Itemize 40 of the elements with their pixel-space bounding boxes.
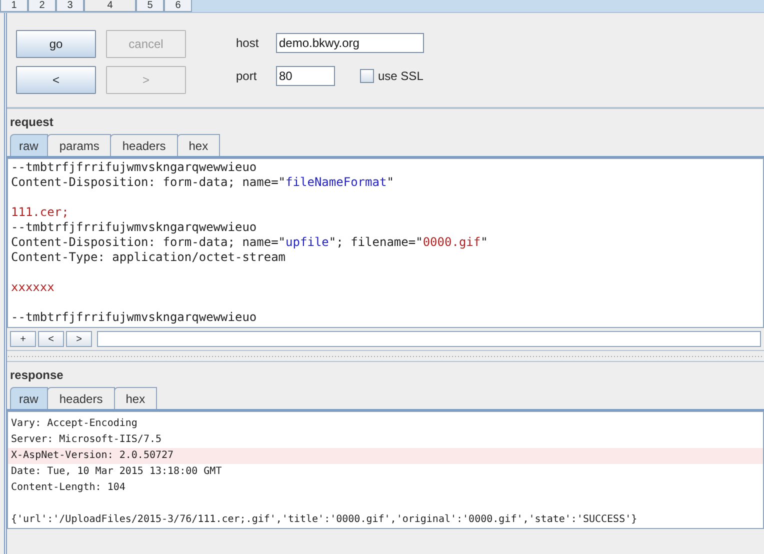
code-line: --tmbtrfjfrrifujwmvskngarqwewwieuo <box>11 310 257 324</box>
nav-button[interactable]: > <box>66 331 92 347</box>
code-line: --tmbtrfjfrrifujwmvskngarqwewwieuo <box>11 160 257 174</box>
code-line: Vary: Accept-Encoding <box>11 418 138 429</box>
action-button[interactable]: < <box>16 66 96 94</box>
tab[interactable]: 2 <box>28 0 56 12</box>
tab[interactable]: raw <box>10 387 48 409</box>
tab[interactable]: 3 <box>56 0 84 12</box>
section-title: request <box>9 114 54 130</box>
tab[interactable]: 5 <box>136 0 164 12</box>
tab[interactable]: raw <box>10 134 48 156</box>
response-text-area[interactable] <box>7 411 764 529</box>
code-line: Content-Type: application/octet-stream <box>11 250 286 264</box>
host-label: host <box>236 36 260 50</box>
request-text-area[interactable] <box>7 158 764 328</box>
code-line: Content-Disposition: form-data; name="upfile"; filename="0000.gif" <box>11 235 488 249</box>
code-line: --tmbtrfjfrrifujwmvskngarqwewwieuo <box>11 220 257 234</box>
port-field[interactable]: 80 <box>276 66 335 86</box>
code-line: Date: Tue, 10 Mar 2015 13:18:00 GMT <box>11 466 222 477</box>
tab[interactable]: hex <box>176 134 220 156</box>
section-title: response <box>9 367 64 383</box>
code-line: Content-Disposition: form-data; name="fileNameFormat" <box>11 175 394 189</box>
search-field[interactable] <box>97 331 761 347</box>
host-field[interactable]: demo.bkwy.org <box>276 33 424 53</box>
tab[interactable]: 4 <box>84 0 136 12</box>
code-line: xxxxxx <box>11 280 54 294</box>
code-line: {'url':'/UploadFiles/2015-3/76/111.cer;.gif','title':'0000.gif','original':'0000.gif','state':'SUCCESS'} <box>11 514 638 525</box>
checkbox[interactable] <box>360 69 374 83</box>
code-line: X-AspNet-Version: 2.0.50727 <box>11 450 174 461</box>
action-button[interactable]: go <box>16 30 96 58</box>
nav-button[interactable]: < <box>38 331 64 347</box>
nav-button[interactable]: + <box>10 331 36 347</box>
port-label: port <box>236 69 258 83</box>
code-line: Content-Length: 104 <box>11 482 126 493</box>
tab[interactable]: 1 <box>0 0 28 12</box>
checkbox-label: use SSL <box>378 69 424 83</box>
tab[interactable]: 6 <box>164 0 192 12</box>
code-line: Server: Microsoft-IIS/7.5 <box>11 434 162 445</box>
tab[interactable]: hex <box>114 387 158 409</box>
code-line: 111.cer; <box>11 205 69 219</box>
